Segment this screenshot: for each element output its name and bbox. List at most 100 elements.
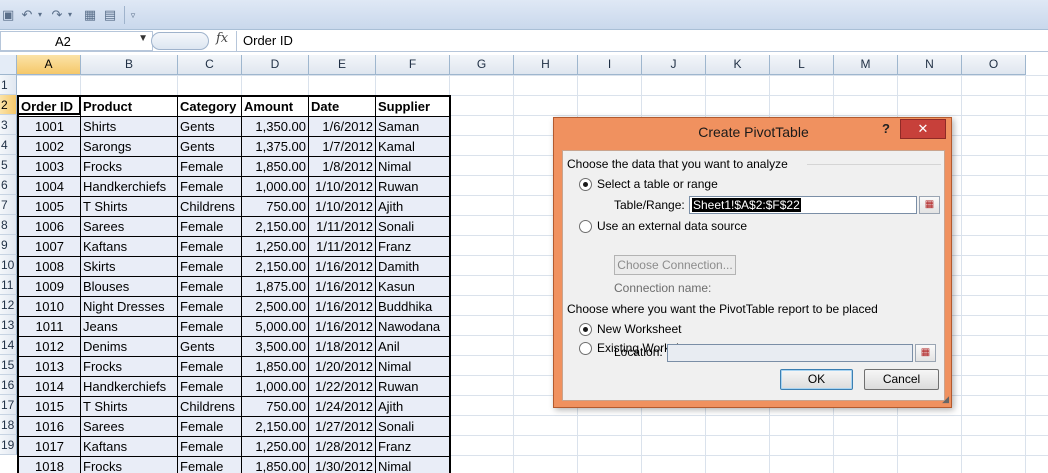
table-cell[interactable]: 1/16/2012 xyxy=(309,277,376,297)
table-cell[interactable]: Kaftans xyxy=(81,237,178,257)
table-cell[interactable]: 1004 xyxy=(19,177,81,197)
table-cell[interactable]: Skirts xyxy=(81,257,178,277)
row-header[interactable]: 3 xyxy=(0,115,17,135)
table-cell[interactable]: 1011 xyxy=(19,317,81,337)
row-header[interactable]: 2 xyxy=(0,95,17,115)
table-cell[interactable]: Anil xyxy=(376,337,449,357)
table-cell[interactable]: Kasun xyxy=(376,277,449,297)
close-button[interactable]: ✕ xyxy=(900,119,946,139)
table-header-cell[interactable]: Product xyxy=(81,97,178,117)
table-cell[interactable]: 1/11/2012 xyxy=(309,237,376,257)
undo-dropdown-icon[interactable]: ▾ xyxy=(36,7,44,23)
table-cell[interactable]: Nimal xyxy=(376,457,449,473)
table-cell[interactable]: Ruwan xyxy=(376,177,449,197)
table-cell[interactable]: Female xyxy=(178,377,242,397)
table-cell[interactable]: 1,350.00 xyxy=(242,117,309,137)
table-cell[interactable]: Gents xyxy=(178,117,242,137)
pivot-icon[interactable]: ▦ xyxy=(82,7,98,23)
insert-function-icon[interactable]: fx xyxy=(216,31,228,46)
redo-dropdown-icon[interactable]: ▾ xyxy=(66,7,74,23)
column-header-c[interactable]: C xyxy=(178,55,242,75)
table-cell[interactable]: 1007 xyxy=(19,237,81,257)
table-cell[interactable]: 1017 xyxy=(19,437,81,457)
table-cell[interactable]: Female xyxy=(178,217,242,237)
table-cell[interactable]: 1/16/2012 xyxy=(309,297,376,317)
ok-button[interactable]: OK xyxy=(780,369,853,390)
column-header-b[interactable]: B xyxy=(81,55,178,75)
table-cell[interactable]: 1,250.00 xyxy=(242,237,309,257)
table-cell[interactable]: 1009 xyxy=(19,277,81,297)
table-cell[interactable]: 1/16/2012 xyxy=(309,317,376,337)
table-cell[interactable]: 1/16/2012 xyxy=(309,257,376,277)
column-header-o[interactable]: O xyxy=(962,55,1026,75)
table-cell[interactable]: Female xyxy=(178,277,242,297)
table-cell[interactable]: 1/10/2012 xyxy=(309,177,376,197)
table-cell[interactable]: Kamal xyxy=(376,137,449,157)
table-cell[interactable]: 1016 xyxy=(19,417,81,437)
table-cell[interactable]: Jeans xyxy=(81,317,178,337)
table-cell[interactable]: 1014 xyxy=(19,377,81,397)
row-header[interactable]: 16 xyxy=(0,375,17,395)
table-cell[interactable]: Female xyxy=(178,357,242,377)
table-cell[interactable]: T Shirts xyxy=(81,397,178,417)
table-cell[interactable]: Ruwan xyxy=(376,377,449,397)
row-header[interactable]: 11 xyxy=(0,275,17,295)
form-icon[interactable]: ▤ xyxy=(102,7,118,23)
table-cell[interactable]: Female xyxy=(178,257,242,277)
row-header[interactable]: 9 xyxy=(0,235,17,255)
formula-bar-resize-handle[interactable] xyxy=(151,32,209,50)
table-cell[interactable]: Childrens xyxy=(178,197,242,217)
column-header-j[interactable]: J xyxy=(642,55,706,75)
table-cell[interactable]: Buddhika xyxy=(376,297,449,317)
row-header[interactable]: 5 xyxy=(0,155,17,175)
table-cell[interactable]: Ajith xyxy=(376,397,449,417)
select-range-label[interactable]: Select a table or range xyxy=(597,177,718,191)
undo-icon[interactable]: ↶ xyxy=(20,7,34,23)
table-header-cell[interactable]: Order ID xyxy=(19,97,81,117)
external-source-label[interactable]: Use an external data source xyxy=(597,219,747,233)
column-header-h[interactable]: H xyxy=(514,55,578,75)
table-cell[interactable]: Frocks xyxy=(81,457,178,473)
choose-connection-button[interactable]: Choose Connection... xyxy=(614,255,736,275)
column-header-e[interactable]: E xyxy=(309,55,376,75)
table-cell[interactable]: Saman xyxy=(376,117,449,137)
row-header[interactable]: 13 xyxy=(0,315,17,335)
table-cell[interactable]: 1/30/2012 xyxy=(309,457,376,473)
table-cell[interactable]: Nimal xyxy=(376,357,449,377)
table-cell[interactable]: 1013 xyxy=(19,357,81,377)
redo-icon[interactable]: ↷ xyxy=(50,7,64,23)
cancel-button[interactable]: Cancel xyxy=(864,369,939,390)
chevron-down-icon[interactable]: ▼ xyxy=(138,33,148,44)
table-cell[interactable]: 1,000.00 xyxy=(242,177,309,197)
column-header-d[interactable]: D xyxy=(242,55,309,75)
table-cell[interactable]: 5,000.00 xyxy=(242,317,309,337)
table-cell[interactable]: Shirts xyxy=(81,117,178,137)
table-cell[interactable]: Female xyxy=(178,177,242,197)
table-cell[interactable]: 1/6/2012 xyxy=(309,117,376,137)
table-cell[interactable]: 750.00 xyxy=(242,397,309,417)
table-header-cell[interactable]: Supplier xyxy=(376,97,449,117)
table-header-cell[interactable]: Category xyxy=(178,97,242,117)
row-header[interactable]: 6 xyxy=(0,175,17,195)
table-cell[interactable]: Handkerchiefs xyxy=(81,177,178,197)
row-header[interactable]: 4 xyxy=(0,135,17,155)
table-cell[interactable]: Ajith xyxy=(376,197,449,217)
table-cell[interactable]: 1006 xyxy=(19,217,81,237)
row-header[interactable]: 1 xyxy=(0,75,17,95)
table-cell[interactable]: 1/27/2012 xyxy=(309,417,376,437)
table-cell[interactable]: 1,375.00 xyxy=(242,137,309,157)
table-cell[interactable]: Nimal xyxy=(376,157,449,177)
table-cell[interactable]: 2,150.00 xyxy=(242,417,309,437)
table-cell[interactable]: Female xyxy=(178,157,242,177)
customize-qat-icon[interactable]: ▿ xyxy=(128,7,138,23)
table-cell[interactable]: Gents xyxy=(178,337,242,357)
table-cell[interactable]: Kaftans xyxy=(81,437,178,457)
table-cell[interactable]: Nawodana xyxy=(376,317,449,337)
table-cell[interactable]: Frocks xyxy=(81,357,178,377)
row-header[interactable]: 18 xyxy=(0,415,17,435)
row-header[interactable]: 12 xyxy=(0,295,17,315)
table-range-input[interactable]: Sheet1!$A$2:$F$22 xyxy=(689,196,917,214)
table-cell[interactable]: 1018 xyxy=(19,457,81,473)
table-cell[interactable]: 1012 xyxy=(19,337,81,357)
table-cell[interactable]: 1002 xyxy=(19,137,81,157)
